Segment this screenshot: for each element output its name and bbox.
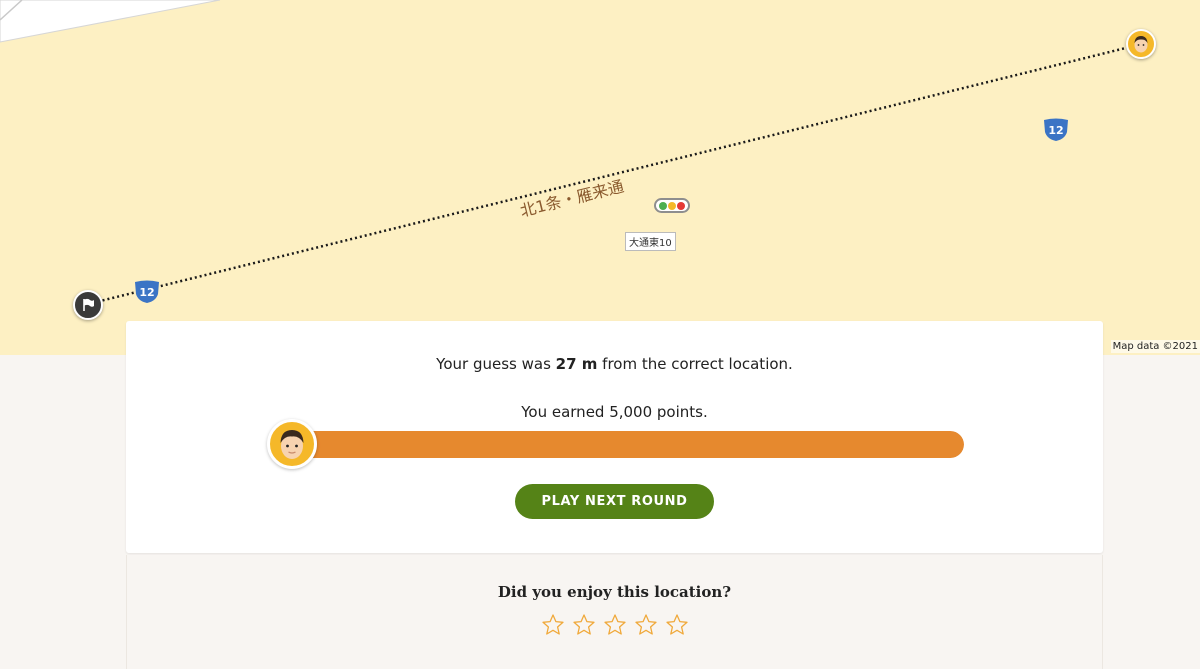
guess-marker[interactable] xyxy=(1126,29,1156,59)
avatar-icon xyxy=(280,430,304,459)
distance-value: 27 m xyxy=(555,355,598,373)
star-outline-icon[interactable] xyxy=(603,613,627,637)
place-label: 大通東10 xyxy=(625,232,676,251)
flag-icon xyxy=(83,298,94,311)
star-outline-icon[interactable] xyxy=(665,613,689,637)
traffic-signal-icon xyxy=(654,198,690,213)
route-shield-icon: 12 xyxy=(135,280,159,303)
signal-light xyxy=(668,201,676,210)
distance-suffix: from the correct location. xyxy=(597,355,793,373)
signal-light xyxy=(659,201,667,210)
star-outline-icon[interactable] xyxy=(634,613,658,637)
distance-result: Your guess was 27 m from the correct loc… xyxy=(126,355,1103,373)
signal-light xyxy=(677,201,685,210)
route-number: 12 xyxy=(139,286,154,299)
score-progress-bar xyxy=(289,431,964,458)
map-attribution: Map data ©2021 xyxy=(1110,340,1200,353)
score-progress-fill xyxy=(289,431,964,458)
play-next-round-button[interactable]: PLAY NEXT ROUND xyxy=(515,484,714,519)
road-shape xyxy=(0,0,221,43)
rating-stars xyxy=(127,613,1102,637)
star-outline-icon[interactable] xyxy=(572,613,596,637)
map-view[interactable]: 12 12 北1条・雁来通 大通東10 Map data ©2021 xyxy=(0,0,1200,355)
result-card: Your guess was 27 m from the correct loc… xyxy=(126,321,1103,553)
route-number: 12 xyxy=(1048,124,1063,137)
route-shield-icon: 12 xyxy=(1044,118,1068,141)
rating-question: Did you enjoy this location? xyxy=(497,583,732,601)
location-rating: Did you enjoy this location? xyxy=(126,555,1103,669)
player-avatar xyxy=(267,419,317,469)
avatar-icon xyxy=(1134,36,1148,53)
distance-prefix: Your guess was xyxy=(436,355,556,373)
correct-location-marker[interactable] xyxy=(73,290,103,320)
points-earned: You earned 5,000 points. xyxy=(521,403,708,421)
star-outline-icon[interactable] xyxy=(541,613,565,637)
